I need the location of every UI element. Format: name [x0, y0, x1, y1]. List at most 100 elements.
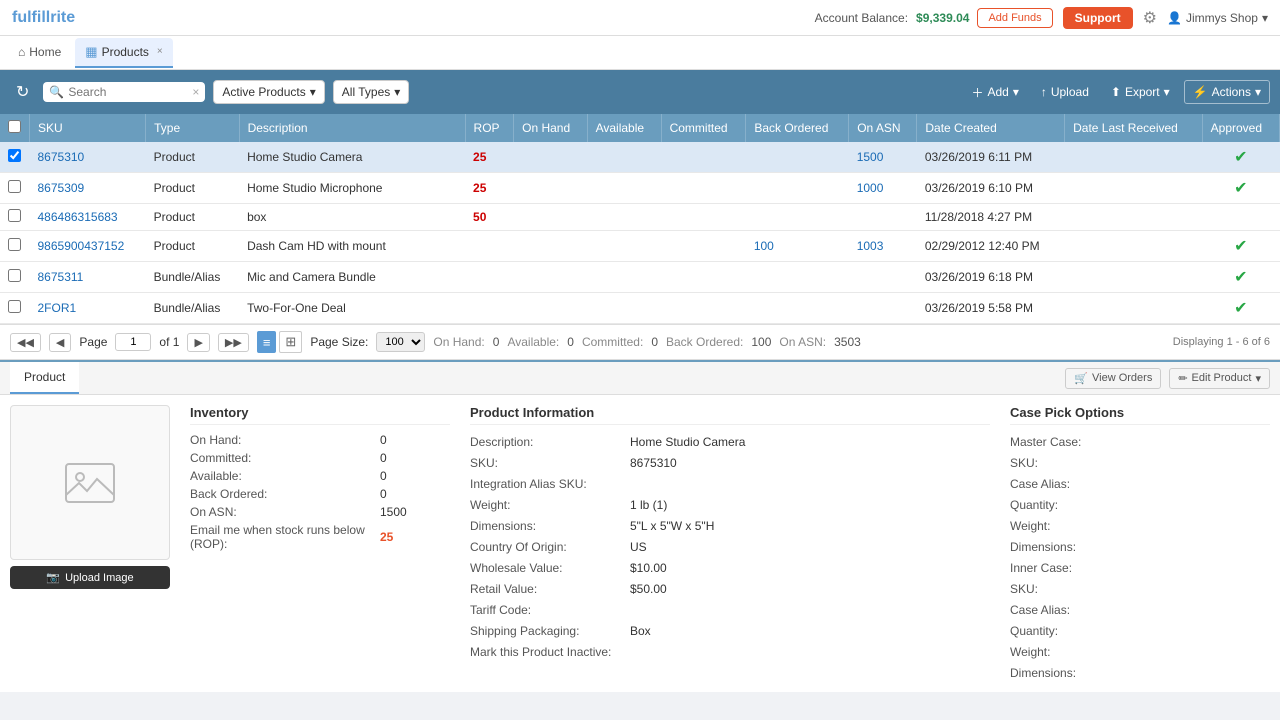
table-row[interactable]: 9865900437152ProductDash Cam HD with mou… [0, 231, 1280, 262]
row-checkbox-cell [0, 142, 30, 173]
of-label: of 1 [159, 335, 179, 349]
tab-products[interactable]: ▦ Products × [75, 38, 173, 68]
pi-wholesale-label: Wholesale Value: [470, 559, 630, 577]
row-checkbox[interactable] [8, 300, 21, 313]
add-funds-button[interactable]: Add Funds [977, 8, 1052, 28]
row-type: Product [146, 204, 239, 231]
active-products-filter[interactable]: Active Products ▾ [213, 80, 324, 104]
logo-text2: rite [50, 9, 75, 26]
row-date-created: 03/26/2019 6:11 PM [917, 142, 1065, 173]
row-description: Two-For-One Deal [239, 293, 465, 324]
header-on-hand[interactable]: On Hand [514, 114, 587, 142]
search-icon: 🔍 [49, 85, 64, 99]
pi-shipping-value: Box [630, 622, 990, 640]
account-balance-label: Account Balance: [815, 11, 908, 25]
upload-label: Upload [1051, 85, 1089, 99]
pi-retail-label: Retail Value: [470, 580, 630, 598]
page-number-input[interactable] [115, 333, 151, 351]
inventory-available-label: Available: [190, 469, 380, 483]
next-page-button[interactable]: ▶ [187, 333, 209, 352]
upload-button[interactable]: ↑ Upload [1033, 81, 1097, 103]
header-sku[interactable]: SKU [30, 114, 146, 142]
pi-dimensions-label: Dimensions: [470, 517, 630, 535]
table-row[interactable]: 2FOR1Bundle/AliasTwo-For-One Deal03/26/2… [0, 293, 1280, 324]
grid-view-button[interactable]: ⊞ [279, 331, 302, 353]
row-checkbox[interactable] [8, 209, 21, 222]
header-committed[interactable]: Committed [661, 114, 746, 142]
approved-check-icon: ✔ [1234, 300, 1247, 317]
list-view-button[interactable]: ≡ [257, 331, 277, 353]
home-tab-label: Home [29, 45, 61, 59]
gear-icon[interactable]: ⚙ [1143, 8, 1157, 28]
tab-close-icon[interactable]: × [157, 46, 163, 57]
row-description: Home Studio Camera [239, 142, 465, 173]
tab-product[interactable]: Product [10, 362, 79, 394]
header-rop[interactable]: ROP [465, 114, 514, 142]
row-checkbox[interactable] [8, 149, 21, 162]
refresh-button[interactable]: ↻ [10, 80, 35, 104]
pi-wholesale-value: $10.00 [630, 559, 990, 577]
row-sku: 8675310 [30, 142, 146, 173]
available-value: 0 [567, 335, 574, 349]
row-on-asn [849, 204, 917, 231]
inner-alias-value [1100, 601, 1270, 619]
inventory-back-ordered-label: Back Ordered: [190, 487, 380, 501]
case-master-value [1100, 433, 1270, 451]
logo-text1: fulfill [12, 9, 50, 26]
row-type: Product [146, 173, 239, 204]
row-sku: 2FOR1 [30, 293, 146, 324]
header-back-ordered[interactable]: Back Ordered [746, 114, 849, 142]
edit-product-button[interactable]: ✏ Edit Product ▾ [1169, 368, 1270, 389]
row-date-last-received [1065, 173, 1203, 204]
select-all-checkbox[interactable] [8, 120, 21, 133]
header-checkbox-col[interactable] [0, 114, 30, 142]
row-checkbox[interactable] [8, 269, 21, 282]
row-on-asn [849, 262, 917, 293]
header-date-last-received[interactable]: Date Last Received [1065, 114, 1203, 142]
user-menu[interactable]: 👤 Jimmys Shop ▾ [1167, 11, 1268, 25]
header-approved[interactable]: Approved [1202, 114, 1279, 142]
pi-weight-value: 1 lb (1) [630, 496, 990, 514]
row-checkbox[interactable] [8, 180, 21, 193]
view-orders-button[interactable]: 🛒 View Orders [1065, 368, 1161, 389]
table-row[interactable]: 8675311Bundle/AliasMic and Camera Bundle… [0, 262, 1280, 293]
prev-page-button[interactable]: ◀ [49, 333, 71, 352]
row-committed [661, 173, 746, 204]
header-available[interactable]: Available [587, 114, 661, 142]
tab-home[interactable]: ⌂ Home [8, 39, 71, 67]
on-hand-label: On Hand: [433, 335, 484, 349]
row-on-asn: 1500 [849, 142, 917, 173]
table-row[interactable]: 8675310ProductHome Studio Camera25150003… [0, 142, 1280, 173]
table-row[interactable]: 486486315683Productbox5011/28/2018 4:27 … [0, 204, 1280, 231]
row-available [587, 204, 661, 231]
row-date-last-received [1065, 204, 1203, 231]
pagination-bar: ◀◀ ◀ Page of 1 ▶ ▶▶ ≡ ⊞ Page Size: 100 5… [0, 324, 1280, 360]
support-button[interactable]: Support [1063, 7, 1133, 29]
last-page-button[interactable]: ▶▶ [218, 333, 249, 352]
table-row[interactable]: 8675309ProductHome Studio Microphone2510… [0, 173, 1280, 204]
search-clear-icon[interactable]: × [192, 85, 199, 99]
actions-label: Actions [1212, 85, 1251, 99]
image-placeholder-icon [65, 463, 115, 503]
row-checkbox[interactable] [8, 238, 21, 251]
export-button[interactable]: ⬆ Export ▾ [1103, 81, 1178, 103]
row-on-hand [514, 262, 587, 293]
upload-image-button[interactable]: 📷 Upload Image [10, 566, 170, 589]
row-date-created: 11/28/2018 4:27 PM [917, 204, 1065, 231]
approved-check-icon: ✔ [1234, 269, 1247, 286]
first-page-button[interactable]: ◀◀ [10, 333, 41, 352]
header-type[interactable]: Type [146, 114, 239, 142]
row-approved: ✔ [1202, 142, 1279, 173]
page-size-select[interactable]: 100 50 25 [376, 332, 425, 352]
all-types-filter[interactable]: All Types ▾ [333, 80, 410, 104]
actions-button[interactable]: ⚡ Actions ▾ [1184, 80, 1270, 104]
header-on-asn[interactable]: On ASN [849, 114, 917, 142]
export-label: Export [1125, 85, 1160, 99]
case-pick-grid: Master Case: SKU: Case Alias: Quantity: … [1010, 433, 1270, 682]
inventory-committed-row: Committed: 0 [190, 451, 450, 465]
header-description[interactable]: Description [239, 114, 465, 142]
header-date-created[interactable]: Date Created [917, 114, 1065, 142]
displaying-text: Displaying 1 - 6 of 6 [1173, 336, 1270, 348]
search-input[interactable] [68, 85, 188, 99]
add-button[interactable]: ＋ Add ▾ [963, 80, 1026, 105]
